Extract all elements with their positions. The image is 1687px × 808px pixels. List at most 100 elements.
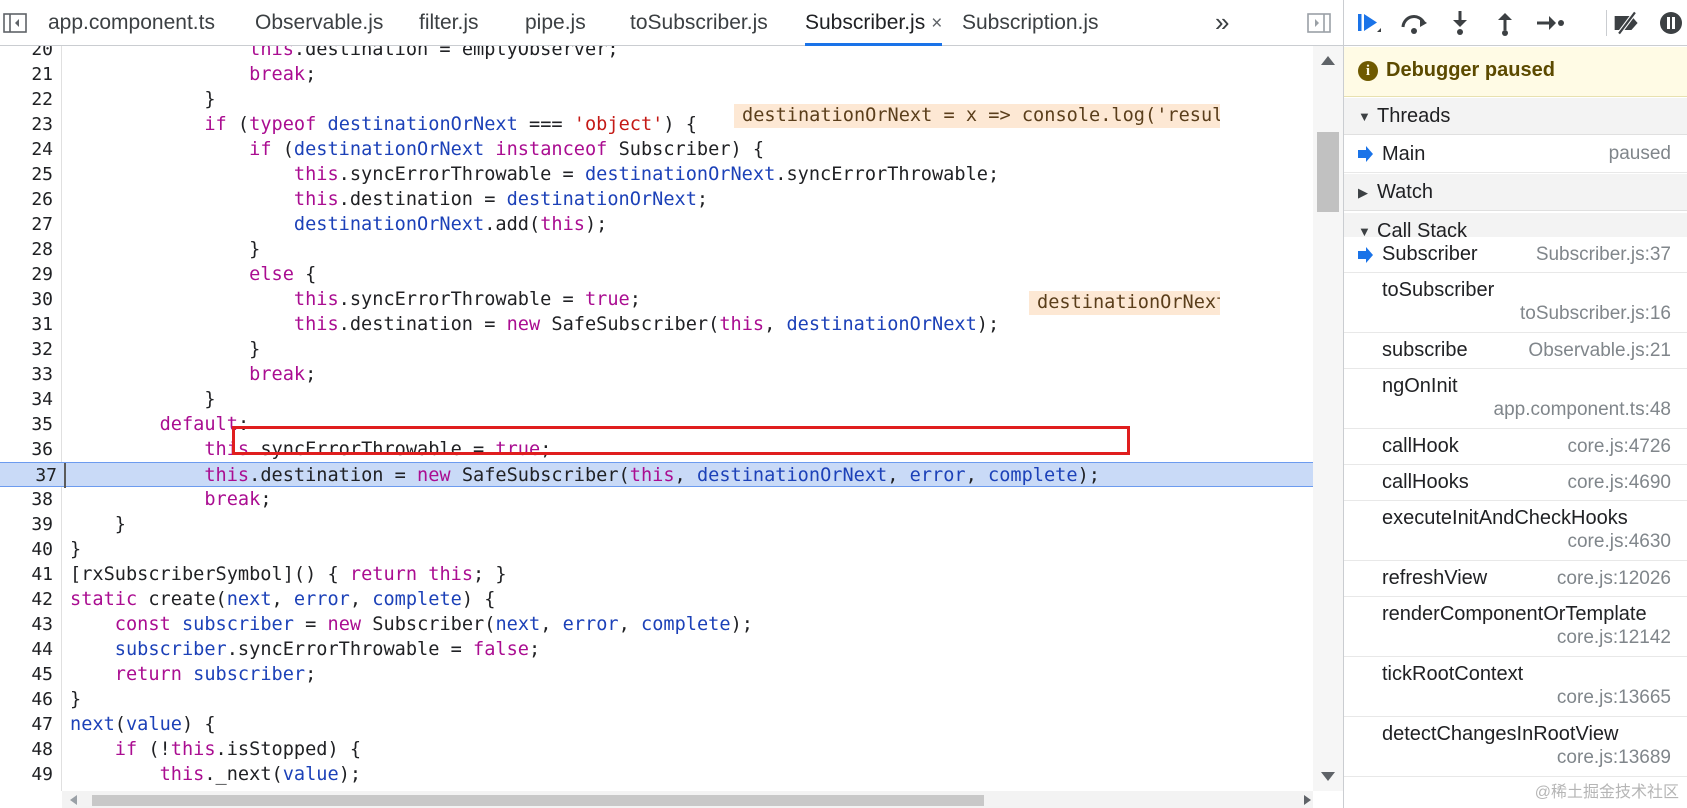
deactivate-breakpoints-icon[interactable] — [1612, 8, 1642, 38]
line-number[interactable]: 28 — [0, 237, 53, 262]
line-number[interactable]: 45 — [0, 662, 53, 687]
tab-observable[interactable]: Observable.js — [255, 0, 383, 46]
line-number[interactable]: 24 — [0, 137, 53, 162]
tab-app-component[interactable]: app.component.ts — [48, 0, 215, 46]
scroll-down-icon[interactable] — [1321, 772, 1335, 781]
call-frame-location[interactable]: core.js:4630 — [1567, 531, 1671, 553]
line-number[interactable]: 23 — [0, 112, 53, 137]
call-frame-location[interactable]: Observable.js:21 — [1528, 340, 1671, 362]
line-number[interactable]: 32 — [0, 337, 53, 362]
line-number[interactable]: 31 — [0, 312, 53, 337]
code-line[interactable]: 48 if (!this.isStopped) { — [0, 737, 1313, 762]
line-number[interactable]: 35 — [0, 412, 53, 437]
code-line[interactable]: 26 this.destination = destinationOrNext; — [0, 187, 1313, 212]
vertical-scrollbar[interactable] — [1313, 46, 1343, 791]
tab-filter[interactable]: filter.js — [419, 0, 479, 46]
code-editor[interactable]: 20 this.destination = emptyObserver; 21 b… — [0, 46, 1313, 791]
code-line[interactable]: 27 destinationOrNext.add(this); — [0, 212, 1313, 237]
line-number[interactable]: 46 — [0, 687, 53, 712]
tab-subscriber[interactable]: Subscriber.js × — [805, 0, 943, 47]
toggle-navigator-icon[interactable] — [2, 12, 28, 34]
scroll-thumb[interactable] — [1317, 132, 1339, 212]
code-line[interactable]: 36 this.syncErrorThrowable = true; — [0, 437, 1313, 462]
code-line[interactable]: 31 this.destination = new SafeSubscriber… — [0, 312, 1313, 337]
threads-section-header[interactable]: ▼ Threads — [1344, 98, 1687, 135]
line-number[interactable]: 26 — [0, 187, 53, 212]
call-frame-location[interactable]: toSubscriber.js:16 — [1520, 303, 1671, 325]
line-number[interactable]: 33 — [0, 362, 53, 387]
call-frame-row[interactable]: renderComponentOrTemplate core.js:12142 — [1344, 597, 1687, 657]
code-line[interactable]: 35 default: — [0, 412, 1313, 437]
step-over-icon[interactable] — [1399, 8, 1429, 38]
line-number[interactable]: 40 — [0, 537, 53, 562]
line-number[interactable]: 36 — [0, 437, 53, 462]
call-frame-row[interactable]: ngOnInit app.component.ts:48 — [1344, 369, 1687, 429]
code-line[interactable]: 33 break; — [0, 362, 1313, 387]
call-frame-row[interactable]: subscribe Observable.js:21 — [1344, 333, 1687, 369]
code-line[interactable]: 25 this.syncErrorThrowable = destination… — [0, 162, 1313, 187]
line-number[interactable]: 37 — [4, 463, 57, 488]
code-line[interactable]: 49 this._next(value); — [0, 762, 1313, 787]
call-frame-row[interactable]: callHooks core.js:4690 — [1344, 465, 1687, 501]
line-number[interactable]: 20 — [0, 46, 53, 62]
code-line[interactable]: 20 this.destination = emptyObserver; — [0, 46, 1313, 62]
code-line[interactable]: 45 return subscriber; — [0, 662, 1313, 687]
more-tabs-icon[interactable]: » — [1215, 0, 1229, 46]
call-frame-location[interactable]: app.component.ts:48 — [1494, 399, 1671, 421]
line-number[interactable]: 34 — [0, 387, 53, 412]
call-frame-location[interactable]: core.js:12026 — [1557, 568, 1671, 590]
step-icon[interactable] — [1535, 8, 1565, 38]
code-line[interactable]: 47 next(value) { — [0, 712, 1313, 737]
code-line[interactable]: 41 [rxSubscriberSymbol]() { return this; … — [0, 562, 1313, 587]
line-number[interactable]: 47 — [0, 712, 53, 737]
current-execution-line[interactable]: 37 this.destination = new SafeSubscriber… — [0, 462, 1313, 488]
call-frame-location[interactable]: core.js:13689 — [1557, 747, 1671, 769]
scroll-up-icon[interactable] — [1321, 56, 1335, 65]
resume-icon[interactable] — [1354, 8, 1384, 38]
line-number[interactable]: 30 — [0, 287, 53, 312]
call-frame-location[interactable]: core.js:4726 — [1567, 436, 1671, 458]
thread-row-main[interactable]: Main paused — [1344, 136, 1687, 173]
call-frame-location[interactable]: core.js:4690 — [1567, 472, 1671, 494]
line-number[interactable]: 48 — [0, 737, 53, 762]
call-frame-row[interactable]: tickRootContext core.js:13665 — [1344, 657, 1687, 717]
scroll-right-icon[interactable] — [1304, 795, 1311, 805]
code-line[interactable]: 46} — [0, 687, 1313, 712]
line-number[interactable]: 22 — [0, 87, 53, 112]
code-line[interactable]: 39 } — [0, 512, 1313, 537]
call-frame-location[interactable]: core.js:12142 — [1557, 627, 1671, 649]
close-icon[interactable]: × — [931, 1, 942, 47]
line-number[interactable]: 29 — [0, 262, 53, 287]
call-frame-location[interactable]: core.js:13665 — [1557, 687, 1671, 709]
line-number[interactable]: 50 — [0, 787, 53, 791]
code-line[interactable]: 24 if (destinationOrNext instanceof Subs… — [0, 137, 1313, 162]
call-frame-row[interactable]: executeInitAndCheckHooks core.js:4630 — [1344, 501, 1687, 561]
call-frame-row[interactable]: refreshView core.js:12026 — [1344, 561, 1687, 597]
call-frame-row[interactable]: callHook core.js:4726 — [1344, 429, 1687, 465]
tab-tosubscriber[interactable]: toSubscriber.js — [630, 0, 768, 46]
code-line[interactable]: 29 else { — [0, 262, 1313, 287]
call-frame-location[interactable]: Subscriber.js:37 — [1536, 244, 1671, 266]
code-line[interactable]: 34 } — [0, 387, 1313, 412]
line-number[interactable]: 21 — [0, 62, 53, 87]
step-out-icon[interactable] — [1490, 8, 1520, 38]
watch-section-header[interactable]: ▶ Watch — [1344, 174, 1687, 211]
pause-on-exceptions-icon[interactable] — [1656, 8, 1686, 38]
step-into-icon[interactable] — [1445, 8, 1475, 38]
code-line[interactable]: 28 } — [0, 237, 1313, 262]
line-number[interactable]: 27 — [0, 212, 53, 237]
call-frame-row[interactable]: toSubscriber toSubscriber.js:16 — [1344, 273, 1687, 333]
line-number[interactable]: 25 — [0, 162, 53, 187]
tab-pipe[interactable]: pipe.js — [525, 0, 586, 46]
line-number[interactable]: 39 — [0, 512, 53, 537]
line-number[interactable]: 41 — [0, 562, 53, 587]
line-number[interactable]: 44 — [0, 637, 53, 662]
code-line[interactable]: 32 } — [0, 337, 1313, 362]
line-number[interactable]: 43 — [0, 612, 53, 637]
code-line[interactable]: 21 break; — [0, 62, 1313, 87]
call-frame-row[interactable]: detectChangesInRootView core.js:13689 — [1344, 717, 1687, 777]
code-line[interactable]: 38 break; — [0, 487, 1313, 512]
code-line[interactable]: 40} — [0, 537, 1313, 562]
code-line[interactable]: 42 static create(next, error, complete) { — [0, 587, 1313, 612]
line-number[interactable]: 49 — [0, 762, 53, 787]
